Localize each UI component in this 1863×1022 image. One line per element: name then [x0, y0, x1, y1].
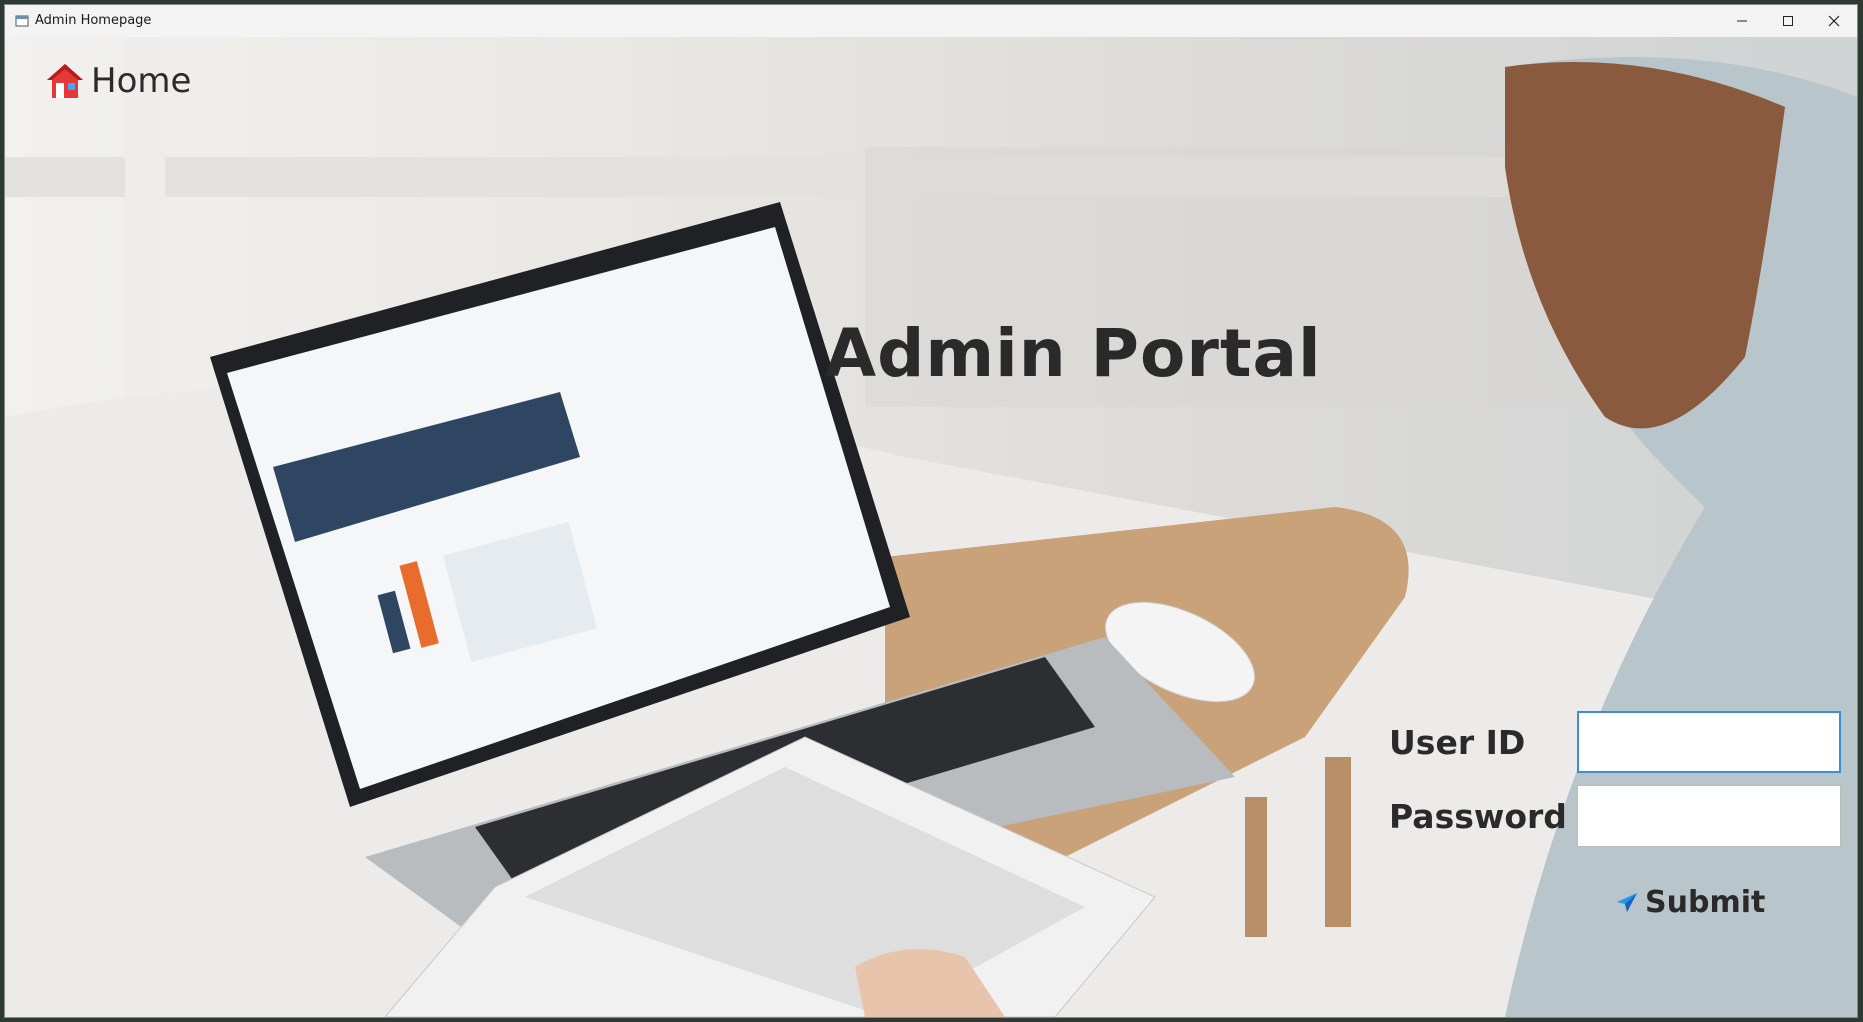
- close-button[interactable]: [1811, 5, 1857, 37]
- app-window: Admin Homepage Home Admin Portal User ID…: [4, 4, 1858, 1018]
- portal-content: Home Admin Portal User ID Password Submi…: [5, 37, 1857, 1017]
- page-title: Admin Portal: [825, 315, 1322, 392]
- window-title: Admin Homepage: [35, 13, 152, 28]
- user-id-input[interactable]: [1577, 711, 1841, 773]
- app-icon: [15, 15, 29, 27]
- password-label: Password: [1389, 797, 1567, 836]
- user-id-label: User ID: [1389, 723, 1526, 762]
- home-label: Home: [91, 61, 192, 101]
- minimize-icon: [1737, 20, 1747, 22]
- maximize-button[interactable]: [1765, 5, 1811, 37]
- home-icon: [47, 64, 83, 98]
- title-bar: Admin Homepage: [5, 5, 1857, 38]
- maximize-icon: [1783, 16, 1793, 26]
- send-icon: [1617, 892, 1637, 912]
- submit-button[interactable]: Submit: [1615, 885, 1765, 920]
- home-link[interactable]: Home: [45, 61, 191, 101]
- password-input[interactable]: [1577, 785, 1841, 847]
- minimize-button[interactable]: [1719, 5, 1765, 37]
- background-photo: [5, 37, 1857, 1017]
- close-icon: [1828, 15, 1840, 27]
- submit-label: Submit: [1645, 885, 1766, 920]
